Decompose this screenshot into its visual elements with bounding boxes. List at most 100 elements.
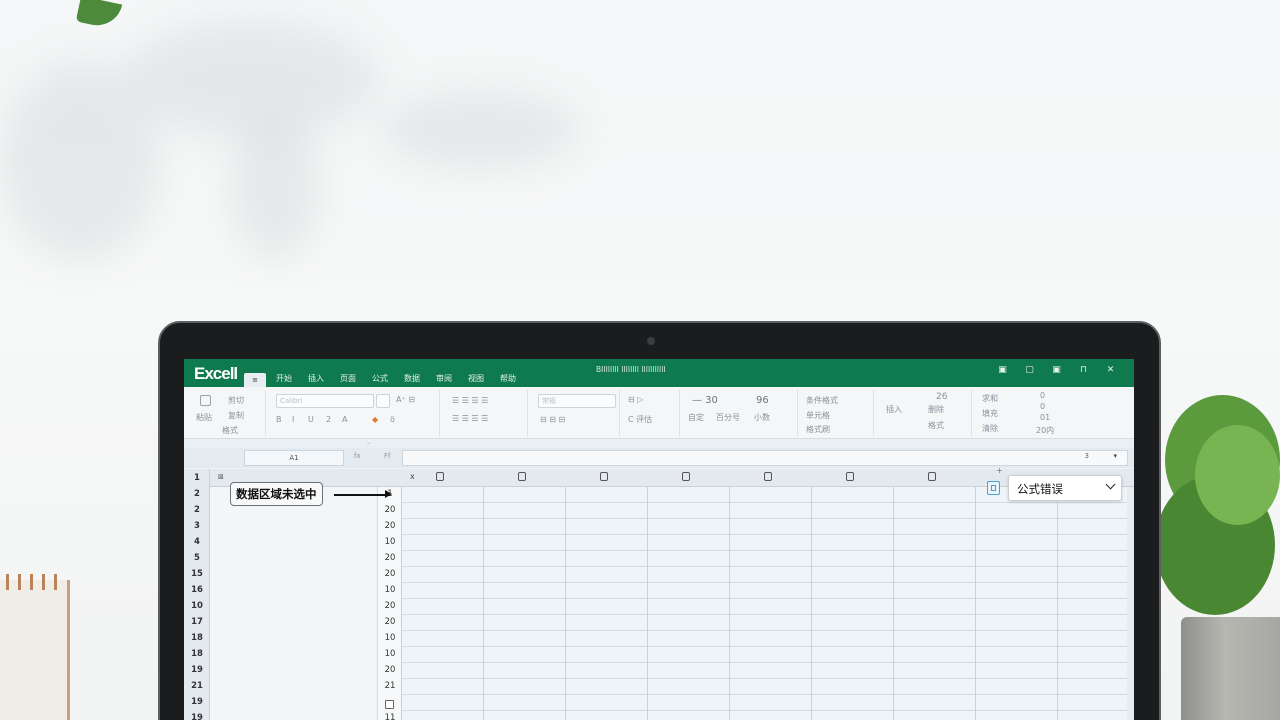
file-tab[interactable]: ≡ [244, 373, 266, 387]
underline-button[interactable]: U [308, 415, 314, 424]
currency-icon[interactable]: ⊟ ⊟ ⊟ [540, 415, 565, 424]
restore-icon[interactable]: ▢ [1016, 365, 1043, 375]
align-top-icon[interactable]: ☰ ☰ ☰ ☰ [452, 396, 488, 405]
paste-button[interactable]: 粘贴 [196, 412, 212, 423]
fx-button[interactable]: fx [354, 452, 361, 460]
font-name-select[interactable]: Calibri [276, 394, 374, 408]
collapse-icon[interactable]: ⌄ [366, 439, 371, 446]
column-filter-icon[interactable] [518, 472, 526, 481]
cell-value[interactable]: 20 [378, 569, 402, 579]
clear-button[interactable]: 清除 [982, 423, 998, 434]
menu-item-data[interactable]: 数据 [404, 373, 436, 384]
cell-value[interactable]: 10 [378, 649, 402, 659]
column-filter-icon[interactable] [846, 472, 854, 481]
row-number[interactable]: 19 [184, 665, 210, 675]
font-size-select[interactable] [376, 394, 390, 408]
column-filter-icon[interactable] [764, 472, 772, 481]
font-color-button[interactable]: A [342, 415, 347, 424]
column-filter-icon[interactable] [600, 472, 608, 481]
worksheet-grid[interactable]: ⊠ x 1 2 2 3 4 5 15 16 10 17 18 18 19 21 … [184, 466, 1134, 720]
menu-item-formulas[interactable]: 公式 [372, 373, 404, 384]
cut-button[interactable]: 剪切 [228, 395, 244, 406]
column-filter-icon[interactable] [436, 472, 444, 481]
sort-button[interactable]: C 评估 [628, 414, 652, 425]
cell-value[interactable]: 20 [378, 553, 402, 563]
cell-styles-button[interactable]: 单元格 [806, 410, 830, 421]
cell-value[interactable]: 20 [378, 521, 402, 531]
column-filter-icon[interactable] [682, 472, 690, 481]
play-icon[interactable]: ⊟ ▷ [628, 395, 643, 404]
cell-value[interactable]: 10 [378, 633, 402, 643]
font-size-increase-icon[interactable]: A⁺ ⊟ [396, 395, 415, 404]
row-number[interactable]: 18 [184, 649, 210, 659]
column-filter-icon[interactable] [928, 472, 936, 481]
row-number[interactable]: 5 [184, 553, 210, 563]
column-b-cells[interactable] [210, 487, 378, 720]
menu-item-layout[interactable]: 页面 [340, 373, 372, 384]
checkbox[interactable] [385, 700, 394, 709]
format-cells-button[interactable]: 格式 [928, 420, 944, 431]
format-brush-button[interactable]: 格式刷 [806, 424, 830, 435]
conditional-format-button[interactable]: 条件格式 [806, 395, 838, 406]
cell-value[interactable]: 20 [378, 665, 402, 675]
error-check-dropdown[interactable]: 公式错误 [1008, 475, 1122, 501]
menu-item-view[interactable]: 视图 [468, 373, 500, 384]
cell-value[interactable]: 20 [378, 505, 402, 515]
align-left-icon[interactable]: ☰ ☰ ☰ ☰ [452, 414, 488, 423]
layout-icon[interactable]: ▣ [989, 365, 1016, 375]
clear-format-button[interactable]: ö [390, 415, 395, 424]
minimize-icon[interactable]: ⊓ [1070, 365, 1097, 375]
window-icon[interactable]: ▣ [1043, 365, 1070, 375]
cell-value[interactable]: 10 [378, 585, 402, 595]
paste-icon[interactable] [200, 395, 211, 406]
add-icon[interactable]: + [996, 466, 1003, 475]
bold-button[interactable]: B [276, 415, 282, 424]
cell-value[interactable]: 10 [378, 537, 402, 547]
italic-button[interactable]: I [292, 415, 294, 424]
decimal-button[interactable]: 小数 [754, 412, 770, 423]
cell-value[interactable]: 11 [378, 713, 402, 720]
column-header-x[interactable]: x [410, 472, 415, 481]
row-number[interactable]: 16 [184, 585, 210, 595]
select-all-icon[interactable]: ⊠ [218, 473, 224, 481]
menu-item-insert[interactable]: 插入 [308, 373, 340, 384]
row-number[interactable]: 17 [184, 617, 210, 627]
chevron-down-icon[interactable] [1105, 479, 1116, 490]
vertical-scrollbar[interactable] [1127, 487, 1134, 720]
ribbon-collapse-bar[interactable]: ⌄ [184, 439, 1134, 448]
autosum-button[interactable]: 求和 [982, 393, 998, 404]
row-number[interactable]: 21 [184, 681, 210, 691]
row-number[interactable]: 2 [184, 505, 210, 515]
chevron-down-icon[interactable]: ▾ [1113, 452, 1117, 460]
format-painter-button[interactable]: 格式 [222, 425, 238, 436]
cell-value[interactable]: 21 [378, 681, 402, 691]
cell-value[interactable]: 20 [378, 617, 402, 627]
menu-item-review[interactable]: 审阅 [436, 373, 468, 384]
delete-cells-button[interactable]: 删除 [928, 404, 944, 415]
row-number[interactable]: 15 [184, 569, 210, 579]
close-icon[interactable]: ✕ [1097, 365, 1124, 375]
formula-input[interactable]: 3 ▾ [402, 450, 1128, 466]
row-number[interactable]: 1 [184, 473, 210, 483]
custom-format-button[interactable]: 自定 [688, 412, 704, 423]
menu-item-home[interactable]: 开始 [276, 373, 308, 384]
copy-icon[interactable] [987, 481, 1000, 495]
copy-button[interactable]: 复制 [228, 410, 244, 421]
font-size-small[interactable]: 2 [326, 415, 331, 424]
row-number[interactable]: 4 [184, 537, 210, 547]
insert-cells-button[interactable]: 插入 [886, 404, 902, 415]
cell-value[interactable]: 20 [378, 601, 402, 611]
percent-button[interactable]: 百分号 [716, 412, 740, 423]
fill-color-icon[interactable]: ◆ [372, 415, 378, 424]
row-number[interactable]: 10 [184, 601, 210, 611]
row-number[interactable]: 18 [184, 633, 210, 643]
data-cells[interactable] [402, 487, 1134, 720]
row-number[interactable]: 19 [184, 713, 210, 720]
row-number[interactable]: 19 [184, 697, 210, 707]
name-box[interactable]: A1 [244, 450, 344, 466]
fill-button[interactable]: 填充 [982, 408, 998, 419]
number-format-select[interactable]: 常规 [538, 394, 616, 408]
menu-item-help[interactable]: 帮助 [500, 373, 532, 384]
row-number[interactable]: 2 [184, 489, 210, 499]
row-number[interactable]: 3 [184, 521, 210, 531]
